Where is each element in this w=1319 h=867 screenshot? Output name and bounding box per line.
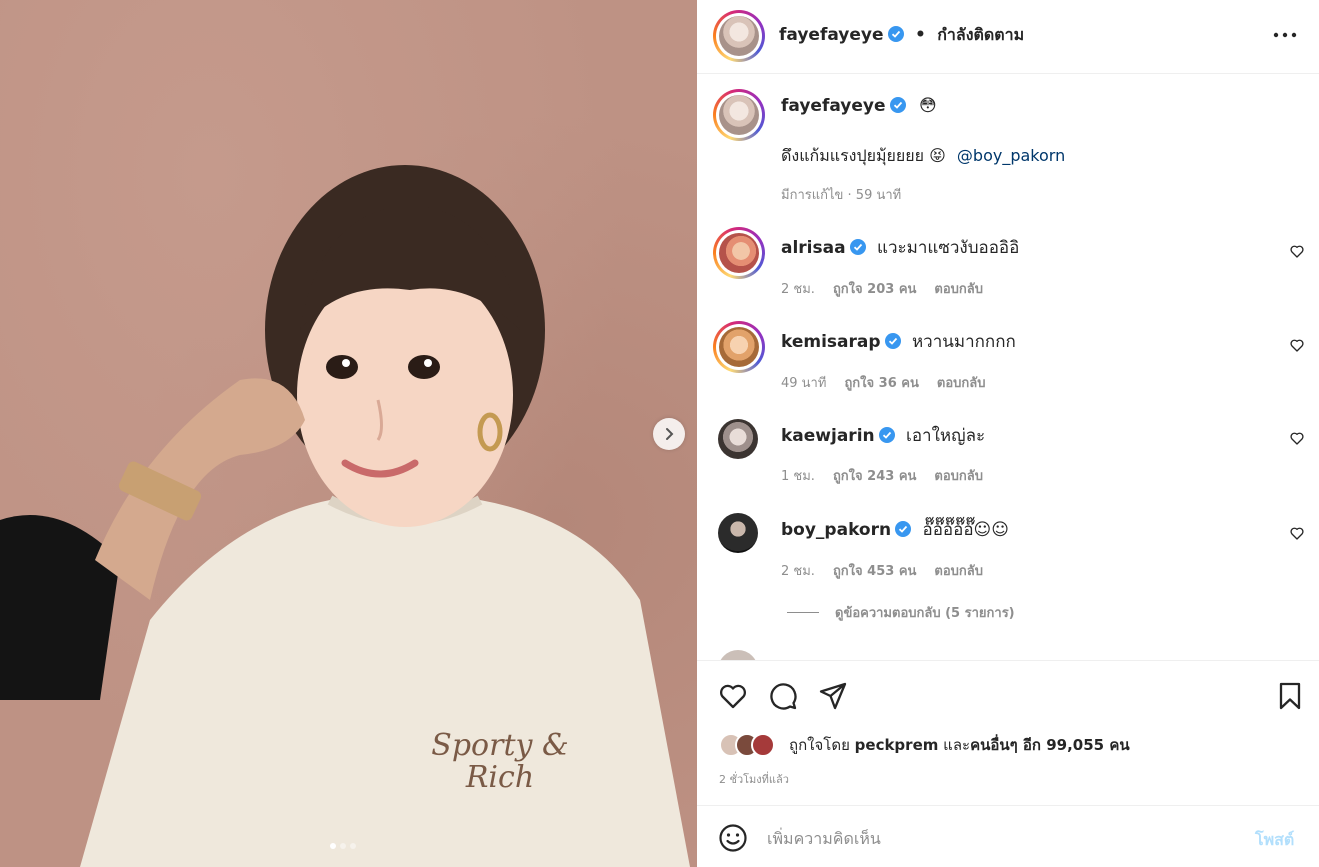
verified-badge-icon <box>887 26 904 42</box>
shirt-print-line2: Rich <box>465 760 534 795</box>
liker-username[interactable]: peckprem <box>855 736 939 754</box>
post-timestamp[interactable]: 2 ชั่วโมงที่แล้ว <box>719 770 789 788</box>
comment-bubble-icon[interactable] <box>768 681 798 711</box>
heart-icon[interactable] <box>1289 525 1305 541</box>
caption-text-line: ดึงแก้มแรงปุยมุ้ยยยย 😝 @boy_pakorn <box>781 144 1065 169</box>
carousel-dots <box>330 843 356 849</box>
likes-summary: ถูกใจโดย peckprem และคนอื่นๆ อีก 99,055 … <box>719 733 1130 757</box>
comment-meta: 49 นาที ถูกใจ 36 คน ตอบกลับ <box>781 372 985 393</box>
comment-text: อ๊๊อ๊๊อ๊๊อ๊๊อ๊๊☺︎☺︎ <box>922 520 1010 540</box>
carousel-dot <box>330 843 336 849</box>
comment-text: เอาใหญ่ละ <box>906 426 986 446</box>
comment-avatar[interactable] <box>718 419 758 459</box>
comment-username[interactable]: kaewjarin <box>781 426 875 446</box>
comment-username[interactable]: kemisarap <box>781 332 881 352</box>
reply-button[interactable]: ตอบกลับ <box>934 282 983 297</box>
comment-text: แวะมาแซวงับอออิอิ <box>876 238 1020 258</box>
verified-badge-icon <box>895 521 912 537</box>
following-button[interactable]: กำลังติดตาม <box>937 25 1024 44</box>
view-replies-label: ดูข้อความตอบกลับ (5 รายการ) <box>835 606 1015 621</box>
comment-likes[interactable]: ถูกใจ 453 คน <box>833 564 916 579</box>
comment-text: หวานมากกกก <box>911 332 1016 352</box>
avatar <box>751 733 775 757</box>
post-actions: ถูกใจโดย peckprem และคนอื่นๆ อีก 99,055 … <box>697 660 1319 804</box>
caption-avatar[interactable] <box>713 89 765 141</box>
verified-badge-icon <box>884 333 901 349</box>
header-separator: • <box>914 25 926 45</box>
verified-badge-icon <box>849 239 866 255</box>
comment-time: 49 นาที <box>781 376 827 391</box>
share-send-icon[interactable] <box>818 681 848 711</box>
sweatshirt <box>80 500 690 867</box>
heart-icon[interactable] <box>1289 430 1305 446</box>
post-comment-button[interactable]: โพสต์ <box>1255 828 1294 853</box>
carousel-dot <box>350 843 356 849</box>
comment-username[interactable]: alrisaa <box>781 238 846 258</box>
post-photo: Sporty & Rich <box>0 0 697 867</box>
shirt-print-line1: Sporty & <box>431 728 568 763</box>
bookmark-icon[interactable] <box>1275 681 1305 711</box>
heart-icon[interactable] <box>1289 337 1305 353</box>
comment-likes[interactable]: ถูกใจ 36 คน <box>844 376 918 391</box>
reply-button[interactable]: ตอบกลับ <box>937 376 986 391</box>
caption-username[interactable]: fayefayeye <box>781 96 886 116</box>
caption-text: ดึงแก้มแรงปุยมุ้ยยยย 😝 <box>781 146 946 165</box>
comment-meta: 1 ชม. ถูกใจ 243 คน ตอบกลับ <box>781 465 983 486</box>
chevron-right-icon <box>666 428 674 440</box>
like-heart-icon[interactable] <box>718 681 748 711</box>
likes-prefix: ถูกใจโดย <box>789 736 850 754</box>
comment-avatar[interactable] <box>713 227 765 279</box>
heart-icon[interactable] <box>1289 243 1305 259</box>
comment-time: 1 ชม. <box>781 469 815 484</box>
comment-meta: 2 ชม. ถูกใจ 453 คน ตอบกลับ <box>781 560 983 581</box>
comment-avatar[interactable] <box>718 513 758 553</box>
header-user: fayefayeye • กำลังติดตาม <box>779 23 1024 48</box>
comment-avatar[interactable] <box>713 321 765 373</box>
verified-badge-icon <box>889 97 906 113</box>
reply-button[interactable]: ตอบกลับ <box>934 469 983 484</box>
comment-time: 2 ชม. <box>781 564 815 579</box>
header-username[interactable]: fayefayeye <box>779 25 884 45</box>
comment-avatar[interactable] <box>718 650 758 660</box>
reply-button[interactable]: ตอบกลับ <box>934 564 983 579</box>
carousel-next-button[interactable] <box>653 418 685 450</box>
emoji-icon[interactable] <box>718 823 748 853</box>
likes-others[interactable]: คนอื่นๆ อีก 99,055 คน <box>970 736 1130 754</box>
sleeve <box>0 515 120 700</box>
more-options-icon[interactable] <box>1270 25 1300 45</box>
comment-likes[interactable]: ถูกใจ 243 คน <box>833 469 916 484</box>
comments-list[interactable]: fayefayeye 😳 ดึงแก้มแรงปุยมุ้ยยยย 😝 @boy… <box>697 75 1319 660</box>
comment-meta: 2 ชม. ถูกใจ 203 คน ตอบกลับ <box>781 278 983 299</box>
comment-input[interactable] <box>767 824 1227 852</box>
caption-mention[interactable]: @boy_pakorn <box>957 146 1065 165</box>
comment-time: 2 ชม. <box>781 282 815 297</box>
verified-badge-icon <box>878 427 895 443</box>
view-replies-button[interactable]: ดูข้อความตอบกลับ (5 รายการ) <box>787 602 1015 623</box>
likes-middle: และ <box>943 736 971 754</box>
replies-divider <box>787 612 819 613</box>
post-details-panel: fayefayeye • กำลังติดตาม fayefayeye 😳 ดึ… <box>697 0 1319 867</box>
carousel-dot <box>340 843 346 849</box>
add-comment-bar: โพสต์ <box>697 805 1319 867</box>
comment-username[interactable]: boy_pakorn <box>781 520 891 540</box>
liker-avatars <box>719 733 789 757</box>
photo-scene: Sporty & Rich <box>0 165 690 867</box>
caption-meta: มีการแก้ไข · 59 นาที <box>781 188 902 203</box>
header-avatar[interactable] <box>713 10 765 62</box>
comment-likes[interactable]: ถูกใจ 203 คน <box>833 282 916 297</box>
caption-username-emoji: 😳 <box>918 96 937 116</box>
likes-text[interactable]: ถูกใจโดย peckprem และคนอื่นๆ อีก 99,055 … <box>789 733 1130 757</box>
post-header: fayefayeye • กำลังติดตาม <box>697 0 1319 74</box>
